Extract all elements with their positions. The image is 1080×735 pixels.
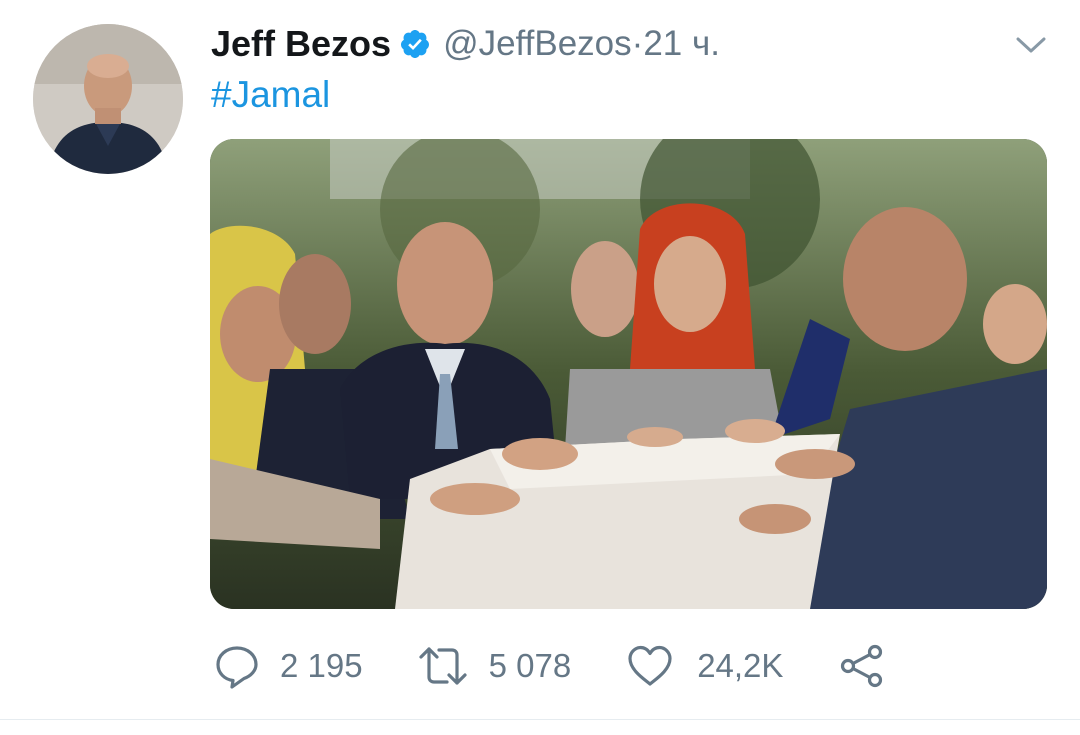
tweet-divider bbox=[0, 719, 1080, 720]
verified-badge-icon bbox=[399, 28, 431, 60]
reply-count: 2 195 bbox=[280, 647, 363, 684]
tweet-header: Jeff Bezos @JeffBezos · 21 ч. bbox=[211, 20, 720, 68]
retweet-icon bbox=[417, 643, 469, 689]
like-count: 24,2K bbox=[697, 647, 784, 684]
photo-image bbox=[210, 139, 1047, 609]
retweet-button[interactable]: 5 078 bbox=[417, 643, 572, 689]
tweet-timestamp[interactable]: 21 ч. bbox=[643, 24, 720, 64]
hashtag-link[interactable]: #Jamal bbox=[211, 74, 330, 116]
retweet-count: 5 078 bbox=[488, 647, 572, 684]
author-handle[interactable]: @JeffBezos bbox=[443, 24, 632, 64]
reply-button[interactable]: 2 195 bbox=[214, 643, 363, 689]
reply-icon bbox=[214, 643, 260, 689]
chevron-down-icon[interactable] bbox=[1014, 30, 1048, 60]
author-name[interactable]: Jeff Bezos bbox=[211, 23, 391, 65]
tweet-photo[interactable] bbox=[210, 139, 1047, 609]
separator-dot: · bbox=[631, 24, 644, 63]
like-button[interactable]: 24,2K bbox=[627, 644, 783, 688]
heart-icon bbox=[627, 644, 673, 688]
tweet-actions: 2 195 5 078 24,2K bbox=[214, 638, 885, 694]
avatar[interactable] bbox=[33, 24, 183, 174]
share-icon bbox=[839, 643, 885, 689]
share-button[interactable] bbox=[839, 643, 885, 689]
avatar-photo bbox=[33, 24, 183, 174]
